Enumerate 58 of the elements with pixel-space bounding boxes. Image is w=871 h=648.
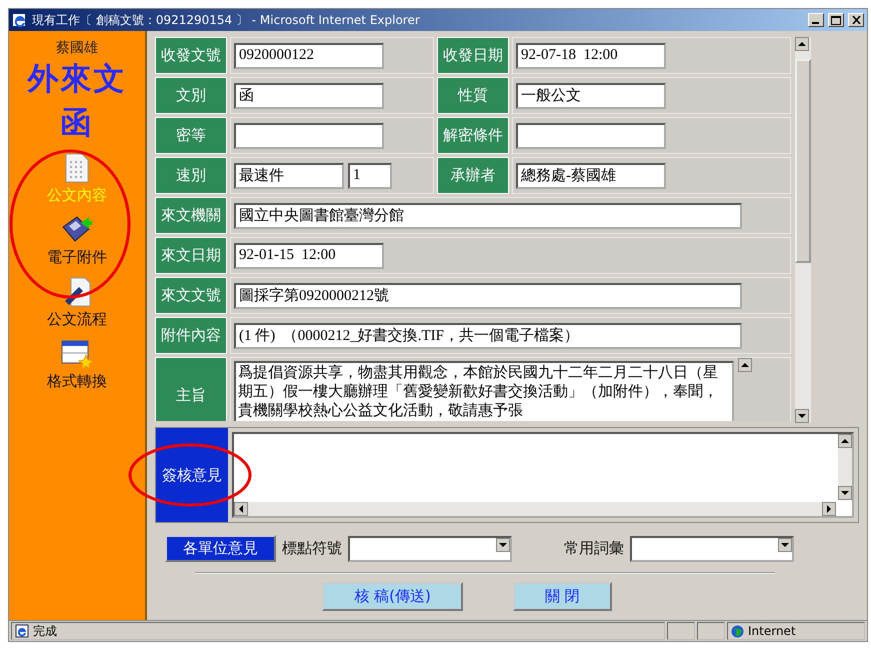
field-label: 文別 (155, 77, 227, 114)
window-star-icon (61, 339, 93, 369)
input-field[interactable]: 92-01-15 12:00 (234, 242, 384, 268)
field-label: 密等 (155, 117, 227, 154)
maximize-button[interactable] (828, 13, 844, 27)
sidebar-item[interactable]: 格式轉換 (45, 337, 109, 393)
close-icon (852, 16, 860, 24)
input-field[interactable]: 一般公文 (516, 82, 666, 108)
field-label: 簽核意見 (156, 428, 228, 522)
close-button[interactable] (848, 13, 864, 27)
status-text: 完成 (11, 622, 665, 640)
input-field[interactable]: 最速件 (234, 162, 344, 188)
input-field[interactable]: 92-07-18 12:00 (516, 42, 666, 68)
page-icon (15, 624, 29, 638)
user-name: 蔡國雄 (56, 39, 98, 57)
action-button[interactable]: 關 閉 (512, 582, 612, 611)
field-label: 來文機關 (155, 197, 227, 234)
sidebar-item[interactable]: 電子附件 (45, 213, 109, 269)
security-zone: Internet (727, 622, 865, 640)
input-field[interactable]: 函 (234, 82, 384, 108)
subject-text-area[interactable]: 爲提倡資源共享，物盡其用觀念，本館於民國九十二年二月二十八日（星期五）假一樓大廳辦理「舊愛變新歡好書交換活動」（加附件），奉聞，貴機關學校熱心公益文化活動，敬請惠予張 (234, 361, 734, 421)
globe-icon (731, 624, 744, 638)
field-label: 收發日期 (437, 37, 509, 74)
action-button[interactable]: 核 稿(傳送) (322, 582, 463, 611)
maximize-icon (831, 16, 841, 24)
status-pane (667, 622, 695, 640)
field-label: 附件內容 (155, 317, 227, 354)
vertical-scrollbar[interactable] (795, 37, 811, 423)
field-label: 來文文號 (155, 277, 227, 314)
input-field[interactable]: 總務處-蔡國雄 (516, 162, 666, 188)
browser-icon (12, 12, 28, 28)
input-field[interactable]: (1 件) （0000212_好書交換.TIF，共一個電子檔案） (234, 322, 742, 348)
comment-text-area[interactable] (232, 432, 854, 518)
field-label: 解密條件 (437, 117, 509, 154)
input-field[interactable]: 圖採字第0920000212號 (234, 282, 742, 308)
field-label: 性質 (437, 77, 509, 114)
select-label: 標點符號 (282, 539, 342, 558)
window-title: 現有工作〔 創稿文號：0921290154 〕 - Microsoft Internet Explorer (32, 12, 421, 28)
minimize-button[interactable] (808, 13, 824, 27)
field-label: 承辦者 (437, 157, 509, 194)
field-label: 收發文號 (155, 37, 227, 74)
status-pane (697, 622, 725, 640)
field-label: 速別 (155, 157, 227, 194)
document-icon (65, 153, 89, 183)
field-label: 來文日期 (155, 237, 227, 274)
select-label: 常用詞彙 (564, 539, 624, 558)
sidebar-heading: 外來文函 (26, 60, 128, 143)
field-label: 主旨 (155, 357, 227, 421)
input-field[interactable] (516, 122, 666, 148)
input-field[interactable]: 0920000122 (234, 42, 384, 68)
input-field[interactable]: 1 (348, 162, 392, 188)
input-field[interactable]: 國立中央圖書館臺灣分館 (234, 202, 742, 228)
dropdown-field[interactable] (630, 536, 794, 562)
dropdown-field[interactable] (348, 536, 512, 562)
sidebar-item[interactable]: 公文流程 (45, 275, 109, 331)
unit-opinions-button[interactable]: 各單位意見 (165, 535, 276, 562)
document-pen-icon (63, 277, 91, 307)
input-field[interactable] (234, 122, 384, 148)
